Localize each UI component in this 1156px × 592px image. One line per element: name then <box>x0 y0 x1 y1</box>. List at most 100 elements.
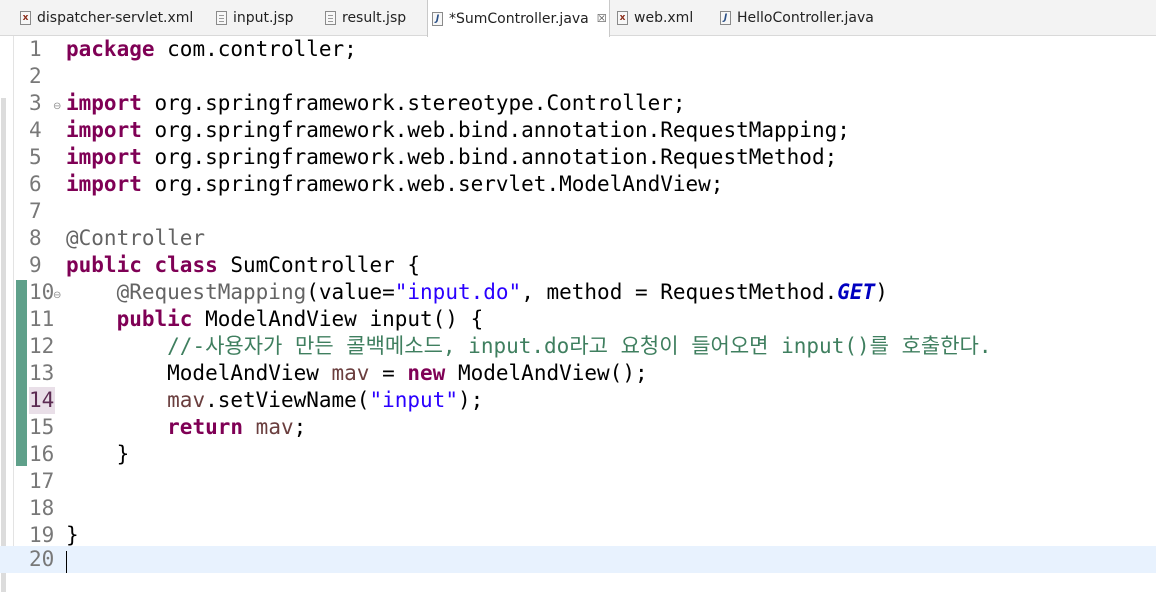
tab-sumcontroller-java[interactable]: J *SumController.java ☒ <box>427 0 610 37</box>
line-number: 17 <box>29 469 55 493</box>
jsp-file-icon <box>325 11 336 25</box>
code-line[interactable]: 13 ModelAndView mav = new ModelAndView()… <box>0 360 1156 387</box>
code-text: mav.setViewName("input"); <box>66 387 483 414</box>
code-line[interactable]: 20 <box>0 546 1156 573</box>
code-token: org.springframework.stereotype.Controlle… <box>154 91 686 115</box>
code-token: com.controller; <box>167 37 357 61</box>
code-token: = <box>369 361 408 385</box>
line-number: 1 <box>29 37 42 61</box>
line-number: 5 <box>29 145 42 169</box>
code-token: public <box>66 253 155 277</box>
code-token: mav <box>255 415 294 439</box>
code-text: public class SumController { <box>66 252 420 279</box>
code-token: new <box>407 361 458 385</box>
code-line[interactable]: 18 <box>0 495 1156 522</box>
code-line[interactable]: 2 <box>0 63 1156 90</box>
editor-tab-bar: x dispatcher-servlet.xml input.jsp resul… <box>0 0 1156 37</box>
code-token: mav <box>331 361 370 385</box>
line-number: 3 <box>29 91 42 115</box>
code-token: , method = RequestMethod. <box>521 280 838 304</box>
line-number: 8 <box>29 226 42 250</box>
tab-label: web.xml <box>634 10 694 26</box>
tab-web-xml[interactable]: x web.xml <box>613 0 713 36</box>
code-token: import <box>66 91 155 115</box>
tab-result-jsp[interactable]: result.jsp <box>321 0 421 36</box>
tab-dispatcher-servlet-xml[interactable]: x dispatcher-servlet.xml <box>16 0 202 36</box>
fold-toggle-icon[interactable]: ⊖ <box>53 93 61 120</box>
text-caret <box>66 551 67 573</box>
code-token: return <box>167 415 256 439</box>
fold-toggle-icon[interactable]: ⊖ <box>53 282 61 309</box>
code-token: @Controller <box>66 226 206 250</box>
code-token: ModelAndView(); <box>457 361 648 385</box>
code-token: "input.do" <box>394 280 522 304</box>
line-number: 14 <box>29 387 55 414</box>
tab-label: input.jsp <box>233 10 294 26</box>
line-number: 15 <box>29 415 55 439</box>
tab-hellocontroller-java[interactable]: J HelloController.java <box>716 0 896 36</box>
code-token: (value= <box>306 280 395 304</box>
code-token: ); <box>457 388 484 412</box>
code-text: import org.springframework.web.bind.anno… <box>66 144 837 171</box>
code-line[interactable]: 9 public class SumController { <box>0 252 1156 279</box>
code-line[interactable]: 3 ⊖ import org.springframework.stereotype.… <box>0 90 1156 117</box>
line-number: 9 <box>29 253 42 277</box>
code-line[interactable]: 4 import org.springframework.web.bind.ann… <box>0 117 1156 144</box>
tab-label: HelloController.java <box>737 10 874 26</box>
line-number: 18 <box>29 496 55 520</box>
line-number: 12 <box>29 334 55 358</box>
code-token: SumController { <box>230 253 421 277</box>
code-token: org.springframework.web.bind.annotation.… <box>154 118 850 142</box>
tab-label: dispatcher-servlet.xml <box>37 10 194 26</box>
tab-input-jsp[interactable]: input.jsp <box>212 0 312 36</box>
line-number: 20 <box>29 547 55 571</box>
code-line[interactable]: 5 import org.springframework.web.bind.ann… <box>0 144 1156 171</box>
code-token: } <box>66 442 130 466</box>
code-line[interactable]: 10 ⊖ @RequestMapping(value="input.do", me… <box>0 279 1156 306</box>
code-text: ModelAndView mav = new ModelAndView(); <box>66 360 648 387</box>
tab-label: *SumController.java <box>449 10 589 27</box>
code-text: public ModelAndView input() { <box>66 306 484 333</box>
jsp-file-icon <box>216 11 227 25</box>
code-token: ModelAndView <box>66 361 332 385</box>
code-token: //-사용자가 만든 콜백메소드, input.do라고 요청이 들어오면 in… <box>167 334 992 358</box>
line-number: 16 <box>29 442 55 466</box>
code-token: ModelAndView input() { <box>205 307 484 331</box>
code-token: org.springframework.web.servlet.ModelAnd… <box>154 172 724 196</box>
code-line[interactable]: 14 mav.setViewName("input"); <box>0 387 1156 414</box>
line-number: 11 <box>29 307 55 331</box>
code-line[interactable]: 11 public ModelAndView input() { <box>0 306 1156 333</box>
line-number: 10 <box>29 280 55 304</box>
code-editor[interactable]: 1 package com.controller; 2 3 ⊖ import org.sp… <box>0 36 1156 573</box>
code-text: //-사용자가 만든 콜백메소드, input.do라고 요청이 들어오면 in… <box>66 333 992 360</box>
code-line[interactable]: 1 package com.controller; <box>0 36 1156 63</box>
code-token: ; <box>293 415 307 439</box>
code-line[interactable]: 6 import org.springframework.web.servlet.… <box>0 171 1156 198</box>
close-icon[interactable]: ☒ <box>597 12 607 25</box>
code-token: import <box>66 172 155 196</box>
code-text: @RequestMapping(value="input.do", method… <box>66 279 888 306</box>
code-line[interactable]: 15 return mav; <box>0 414 1156 441</box>
code-line[interactable]: 17 <box>0 468 1156 495</box>
code-text: import org.springframework.stereotype.Co… <box>66 90 686 117</box>
code-line[interactable]: 12 //-사용자가 만든 콜백메소드, input.do라고 요청이 들어오면… <box>0 333 1156 360</box>
code-line[interactable]: 8 @Controller <box>0 225 1156 252</box>
code-token: @RequestMapping <box>116 280 307 304</box>
code-token: public <box>116 307 206 331</box>
code-text: import org.springframework.web.servlet.M… <box>66 171 723 198</box>
line-number: 2 <box>29 64 42 88</box>
code-text: @Controller <box>66 225 205 252</box>
code-token: .setViewName( <box>205 388 370 412</box>
line-number: 6 <box>29 172 42 196</box>
xml-file-icon: x <box>20 11 31 25</box>
code-token: import <box>66 118 155 142</box>
code-token: class <box>154 253 231 277</box>
code-line[interactable]: 7 <box>0 198 1156 225</box>
code-line[interactable]: 16 } <box>0 441 1156 468</box>
code-line[interactable]: 19} <box>0 522 1156 549</box>
